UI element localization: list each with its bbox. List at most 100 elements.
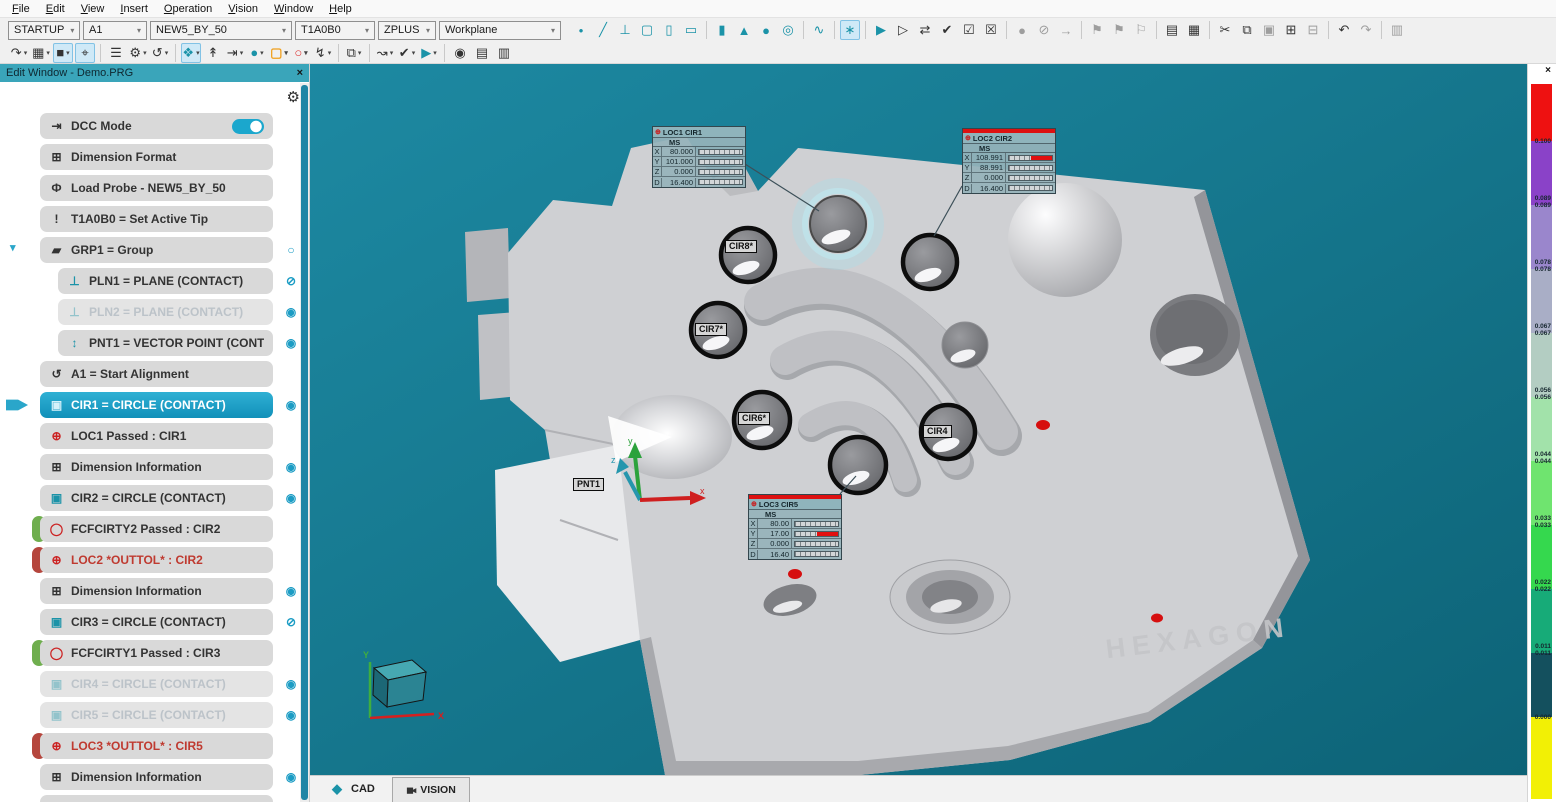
loop-icon[interactable]: ⇄ <box>915 20 935 40</box>
bookmark-icon[interactable]: ⚑ <box>1087 20 1107 40</box>
tip-select[interactable]: T1A0B0 <box>295 21 375 40</box>
sphere-mode-icon[interactable]: ● <box>247 43 267 63</box>
feature-tag-cir8[interactable]: CIR8* <box>725 240 757 253</box>
circle-feature-icon[interactable]: ▢ <box>637 20 657 40</box>
block-icon[interactable]: ⊘ <box>1034 20 1054 40</box>
group-expander-icon[interactable] <box>10 241 16 254</box>
measurement-label-loc3[interactable]: ⊕LOC3 CIR5 MS X 80.00 Y 17.00 Z 0.000 <box>748 494 842 560</box>
stop-icon[interactable]: ● <box>1012 20 1032 40</box>
round-slot-icon[interactable]: ▯ <box>659 20 679 40</box>
dcc-mode-toggle[interactable] <box>232 119 264 134</box>
undo-icon[interactable]: ↶ <box>1334 20 1354 40</box>
torus-icon[interactable]: ◎ <box>778 20 798 40</box>
command-item[interactable]: T1A0B0 = Set Active Tip <box>40 206 273 232</box>
command-item[interactable]: Dimension Information <box>40 764 273 790</box>
command-item[interactable]: FCFCIRTY2 Passed : CIR2 <box>40 516 273 542</box>
command-item[interactable]: PLN1 = PLANE (CONTACT) <box>58 268 273 294</box>
menu-insert[interactable]: Insert <box>112 3 156 15</box>
wireframe-view-icon[interactable]: ▦ <box>31 43 51 63</box>
feature-tag-cir6[interactable]: CIR6* <box>738 412 770 425</box>
menu-operation[interactable]: Operation <box>156 3 220 15</box>
plane-mode-icon[interactable]: ▢ <box>269 43 289 63</box>
probe-mode-icon[interactable]: ❖ <box>181 43 201 63</box>
comment-icon[interactable]: ☰ <box>106 43 126 63</box>
paste-pattern-icon[interactable]: ⊞ <box>1281 20 1301 40</box>
solid-view-icon[interactable]: ■ <box>53 43 73 63</box>
tab-cad[interactable]: ◆ CAD <box>322 776 385 802</box>
bookmark-set-icon[interactable]: ⚑ <box>1109 20 1129 40</box>
menu-window[interactable]: Window <box>266 3 321 15</box>
menu-vision[interactable]: Vision <box>220 3 266 15</box>
measurement-path-icon[interactable]: ↝ <box>375 43 395 63</box>
visibility-eye-icon[interactable] <box>283 274 299 288</box>
command-item[interactable]: A1 = Start Alignment <box>40 361 273 387</box>
command-item[interactable]: CIR1 = CIRCLE (CONTACT) <box>40 392 273 418</box>
move-to-icon[interactable]: ⇥ <box>225 43 245 63</box>
alignment-select[interactable]: A1 <box>83 21 147 40</box>
redo-icon[interactable]: ↷ <box>1356 20 1376 40</box>
execute-from-icon[interactable]: ▷ <box>893 20 913 40</box>
reject-report-icon[interactable]: ☒ <box>981 20 1001 40</box>
report-preview-icon[interactable]: ▤ <box>472 43 492 63</box>
command-item[interactable]: CIR6 = CIRCLE (CONTACT) <box>40 795 273 802</box>
visibility-eye-icon[interactable] <box>283 305 299 319</box>
cad-3d-scene[interactable]: HEXAGON <box>310 64 1527 775</box>
bookmark-clear-icon[interactable]: ⚐ <box>1131 20 1151 40</box>
probe-select[interactable]: NEW5_BY_50 <box>150 21 292 40</box>
mark-done-icon[interactable]: ✔ <box>937 20 957 40</box>
command-item[interactable]: FCFCIRTY1 Passed : CIR3 <box>40 640 273 666</box>
menu-edit[interactable]: Edit <box>38 3 73 15</box>
cut-icon[interactable]: ✂ <box>1215 20 1235 40</box>
command-item[interactable]: PLN2 = PLANE (CONTACT) <box>58 299 273 325</box>
menu-help[interactable]: Help <box>321 3 360 15</box>
chart-window-icon[interactable]: ▥ <box>494 43 514 63</box>
cylinder-icon[interactable]: ▮ <box>712 20 732 40</box>
command-item[interactable]: Load Probe - NEW5_BY_50 <box>40 175 273 201</box>
visibility-eye-icon[interactable] <box>283 460 299 474</box>
continue-icon[interactable]: → <box>1056 20 1076 40</box>
circle-mode-icon[interactable]: ○ <box>291 43 311 63</box>
visibility-eye-icon[interactable] <box>283 615 299 629</box>
workplane-select[interactable]: ZPLUS <box>378 21 436 40</box>
copy-window-icon[interactable]: ⧉ <box>344 43 364 63</box>
verify-icon[interactable]: ✔ <box>397 43 417 63</box>
square-slot-icon[interactable]: ▭ <box>681 20 701 40</box>
command-item[interactable]: PNT1 = VECTOR POINT (CONTAC <box>58 330 273 356</box>
tab-vision[interactable]: ◼◂ VISION <box>392 777 470 802</box>
rotate-view-icon[interactable]: ↺ <box>150 43 170 63</box>
measurement-label-loc1[interactable]: ⊕LOC1 CIR1 MS X 80.000 Y 101.000 Z 0.0 <box>652 126 746 188</box>
play-icon[interactable]: ▶ <box>419 43 439 63</box>
visibility-eye-icon[interactable] <box>283 336 299 350</box>
curve-icon[interactable]: ∿ <box>809 20 829 40</box>
visibility-eye-icon[interactable] <box>283 398 299 412</box>
print-icon[interactable]: ▥ <box>1387 20 1407 40</box>
sphere-icon[interactable]: ● <box>756 20 776 40</box>
visibility-eye-icon[interactable] <box>283 243 299 257</box>
probe-options-icon[interactable]: ↟ <box>203 43 223 63</box>
optimize-path-icon[interactable]: ⚙ <box>128 43 148 63</box>
line-icon[interactable]: ╱ <box>593 20 613 40</box>
snapshot-icon[interactable]: ◉ <box>450 43 470 63</box>
measured-circle-cir2[interactable] <box>903 235 957 289</box>
summary-mode-icon[interactable]: ▤ <box>1162 20 1182 40</box>
visibility-eye-icon[interactable] <box>283 677 299 691</box>
paste-icon[interactable]: ▣ <box>1259 20 1279 40</box>
close-icon[interactable]: × <box>297 64 303 82</box>
visibility-eye-icon[interactable] <box>283 584 299 598</box>
command-item[interactable]: LOC1 Passed : CIR1 <box>40 423 273 449</box>
menu-view[interactable]: View <box>73 3 113 15</box>
measured-circle-cir1[interactable] <box>797 183 879 265</box>
feature-tag-pnt1[interactable]: PNT1 <box>573 478 604 491</box>
auto-feature-icon[interactable]: ∗ <box>840 20 860 40</box>
command-item[interactable]: GRP1 = Group <box>40 237 273 263</box>
command-item[interactable]: CIR5 = CIRCLE (CONTACT) <box>40 702 273 728</box>
command-item[interactable]: LOC3 *OUTTOL* : CIR5 <box>40 733 273 759</box>
menu-file[interactable]: File <box>4 3 38 15</box>
visibility-eye-icon[interactable] <box>283 770 299 784</box>
command-item[interactable]: DCC Mode <box>40 113 273 139</box>
command-item[interactable]: Dimension Information <box>40 454 273 480</box>
command-item[interactable]: Dimension Information <box>40 578 273 604</box>
pan-view-icon[interactable]: ⌖ <box>75 43 95 63</box>
vector-point-icon[interactable]: ⊥ <box>615 20 635 40</box>
probe-cursor-icon[interactable]: ↷ <box>9 43 29 63</box>
